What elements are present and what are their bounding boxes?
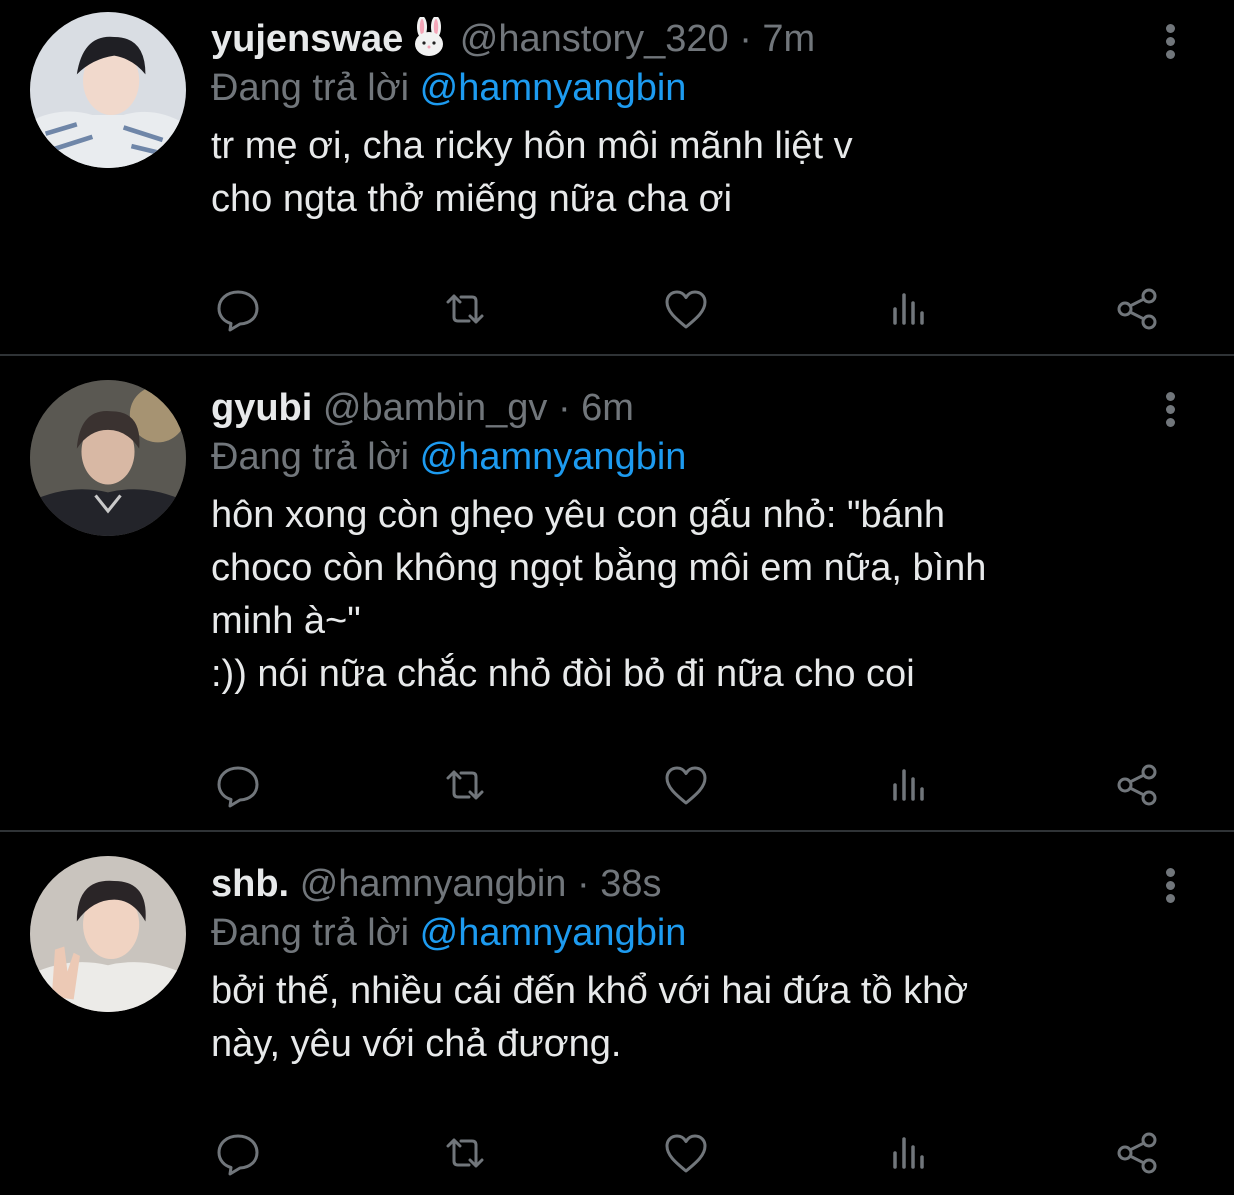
rabbit-face-emoji	[409, 16, 449, 57]
analytics-icon[interactable]	[885, 283, 937, 335]
analytics-icon[interactable]	[885, 759, 937, 811]
separator-dot: ·	[577, 863, 590, 905]
avatar[interactable]	[30, 380, 186, 536]
replying-to: Đang trả lời @hamnyangbin	[211, 64, 1171, 112]
display-name[interactable]: yujenswae	[211, 18, 403, 60]
action-bar	[0, 759, 1234, 811]
retweet-icon[interactable]	[439, 759, 491, 811]
retweet-icon[interactable]	[439, 1127, 491, 1179]
avatar[interactable]	[30, 12, 186, 168]
tweet-text: bởi thế, nhiều cái đến khổ với hai đứa t…	[211, 970, 969, 1065]
replying-prefix: Đang trả lời	[211, 912, 410, 954]
user-handle[interactable]: @hamnyangbin	[300, 863, 567, 905]
user-handle[interactable]: @hanstory_320	[460, 18, 729, 60]
action-bar	[0, 1127, 1234, 1179]
analytics-icon[interactable]	[885, 1127, 937, 1179]
reply-icon[interactable]	[212, 759, 264, 811]
timestamp[interactable]: 7m	[762, 18, 815, 60]
replying-prefix: Đang trả lời	[211, 436, 410, 478]
replying-to-link[interactable]: @hamnyangbin	[420, 67, 687, 109]
display-name[interactable]: shb.	[211, 863, 289, 905]
replying-to-link[interactable]: @hamnyangbin	[420, 436, 687, 478]
like-icon[interactable]	[660, 759, 712, 811]
tweet-card[interactable]: shb. @hamnyangbin · 38s Đang trả lời @ha…	[0, 832, 1234, 1195]
replying-to: Đang trả lời @hamnyangbin	[211, 433, 1171, 481]
like-icon[interactable]	[660, 283, 712, 335]
retweet-icon[interactable]	[439, 283, 491, 335]
timestamp[interactable]: 6m	[581, 387, 634, 429]
replying-to-link[interactable]: @hamnyangbin	[420, 912, 687, 954]
replying-to: Đang trả lời @hamnyangbin	[211, 909, 1171, 957]
tweet-header: gyubi @bambin_gv · 6m	[211, 383, 1171, 433]
reply-icon[interactable]	[212, 1127, 264, 1179]
replying-prefix: Đang trả lời	[211, 67, 410, 109]
reply-icon[interactable]	[212, 283, 264, 335]
tweet-header: yujenswae @hanstory_320 · 7m	[211, 14, 1171, 64]
display-name[interactable]: gyubi	[211, 387, 312, 429]
avatar[interactable]	[30, 856, 186, 1012]
share-icon[interactable]	[1112, 759, 1164, 811]
tweet-card[interactable]: gyubi @bambin_gv · 6m Đang trả lời @hamn…	[0, 356, 1234, 830]
tweet-text: tr mẹ ơi, cha ricky hôn môi mãnh liệt v …	[211, 125, 853, 220]
more-vertical-icon[interactable]	[1158, 868, 1182, 908]
like-icon[interactable]	[660, 1127, 712, 1179]
tweet-text: hôn xong còn ghẹo yêu con gấu nhỏ: "bánh…	[211, 494, 987, 695]
action-bar	[0, 283, 1234, 335]
more-vertical-icon[interactable]	[1158, 392, 1182, 432]
share-icon[interactable]	[1112, 283, 1164, 335]
share-icon[interactable]	[1112, 1127, 1164, 1179]
tweet-card[interactable]: yujenswae @hanstory_320 · 7m Đang trả lờ…	[0, 0, 1234, 355]
more-vertical-icon[interactable]	[1158, 24, 1182, 64]
separator-dot: ·	[739, 18, 752, 60]
separator-dot: ·	[557, 387, 571, 429]
timestamp[interactable]: 38s	[600, 863, 661, 905]
user-handle[interactable]: @bambin_gv	[323, 387, 547, 429]
tweet-header: shb. @hamnyangbin · 38s	[211, 859, 1171, 909]
